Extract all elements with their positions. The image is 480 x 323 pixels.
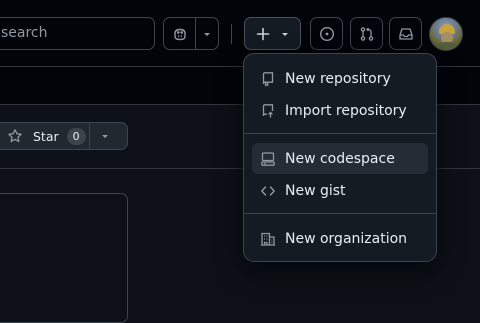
inbox-icon xyxy=(398,26,414,42)
content-box xyxy=(0,193,128,323)
menu-item-new-codespace[interactable]: New codespace xyxy=(252,143,428,174)
copilot-menu-button[interactable] xyxy=(196,18,218,49)
menu-item-import-repository[interactable]: Import repository xyxy=(252,95,428,126)
inbox-button[interactable] xyxy=(389,17,422,50)
menu-item-label: New gist xyxy=(285,182,346,199)
plus-icon xyxy=(256,27,270,41)
chevron-down-icon xyxy=(202,29,212,39)
code-icon xyxy=(260,183,276,199)
create-new-button[interactable] xyxy=(244,17,301,50)
repo-push-icon xyxy=(260,103,276,119)
pull-requests-button[interactable] xyxy=(350,17,383,50)
star-icon xyxy=(7,128,23,144)
star-count: 0 xyxy=(66,127,86,145)
menu-item-new-repository[interactable]: New repository xyxy=(252,63,428,94)
issue-opened-icon xyxy=(319,26,335,42)
star-label: Star xyxy=(33,128,59,144)
menu-item-label: New repository xyxy=(285,70,391,87)
star-button[interactable]: Star 0 xyxy=(0,123,95,149)
header-divider xyxy=(231,24,232,44)
copilot-button-group xyxy=(163,17,219,50)
user-avatar[interactable] xyxy=(429,17,463,51)
menu-item-label: New codespace xyxy=(285,150,395,167)
menu-item-new-organization[interactable]: New organization xyxy=(252,223,428,254)
codespaces-icon xyxy=(260,151,276,167)
chevron-down-icon[interactable] xyxy=(99,130,111,142)
copilot-button[interactable] xyxy=(164,18,196,49)
menu-item-label: Import repository xyxy=(285,102,407,119)
git-pull-request-icon xyxy=(359,26,375,42)
chevron-down-icon xyxy=(280,29,290,39)
create-new-menu: New repository Import repository New cod… xyxy=(243,53,437,262)
menu-item-label: New organization xyxy=(285,230,408,247)
menu-divider xyxy=(244,213,436,214)
search-input-text: search xyxy=(1,25,48,41)
search-input[interactable]: search xyxy=(0,17,155,50)
menu-divider xyxy=(244,133,436,134)
star-button-group: Star 0 xyxy=(0,122,128,150)
menu-item-new-gist[interactable]: New gist xyxy=(252,175,428,206)
repo-icon xyxy=(260,71,276,87)
copilot-icon xyxy=(172,26,188,42)
issues-button[interactable] xyxy=(310,17,343,50)
star-split-divider xyxy=(89,123,90,149)
organization-icon xyxy=(260,231,276,247)
avatar-body xyxy=(435,42,459,50)
